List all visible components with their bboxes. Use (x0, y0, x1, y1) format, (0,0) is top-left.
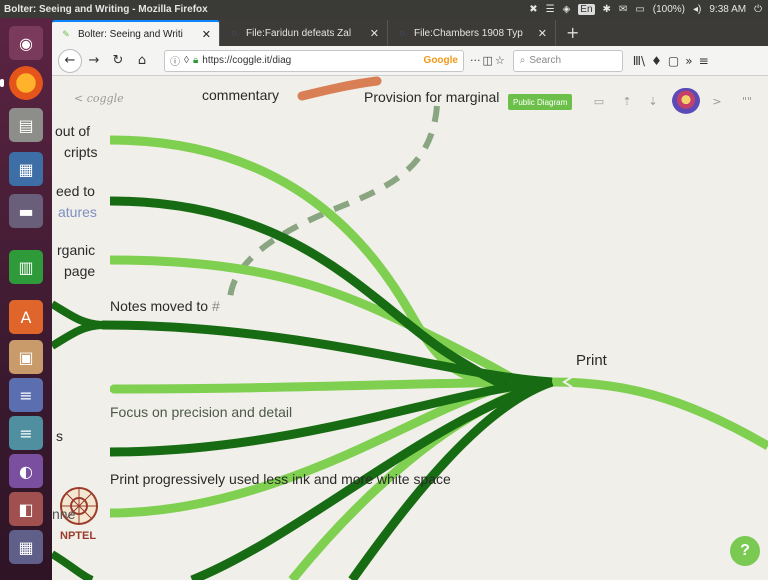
branch-organic-page[interactable] (109, 255, 553, 389)
help-button[interactable]: ? (730, 536, 760, 566)
quote-button[interactable]: "" (738, 92, 756, 110)
back-button[interactable]: ← (58, 48, 82, 73)
public-diagram-badge[interactable]: Public Diagram (508, 94, 573, 110)
search-input[interactable]: ⌕ Search (512, 49, 623, 72)
download-icon[interactable]: ⇣ (644, 92, 662, 110)
new-tab-button[interactable]: + (556, 23, 589, 46)
battery-percentage: (100%) (652, 3, 686, 15)
tab-chambers[interactable]: ◌ File:Chambers 1908 Typ ✕ (388, 20, 556, 46)
app-icon-2[interactable]: ≡ (9, 416, 43, 450)
wiki-favicon: ◌ (399, 28, 405, 38)
close-tab-icon[interactable]: ✕ (202, 28, 211, 41)
tab-strip: ✎ Bolter: Seeing and Writi ✕ ◌ File:Fari… (52, 18, 768, 46)
battery-icon[interactable]: ▭ (635, 4, 644, 15)
lock-icon[interactable]: 🔒︎ (193, 55, 198, 66)
volume-icon[interactable]: ◂) (693, 4, 701, 15)
node-focus-precision[interactable]: Focus on precision and detail (110, 404, 292, 420)
app-icon-1[interactable]: ≡ (9, 378, 43, 412)
navigation-bar: ← → ↻ ⌂ ⓘ ◊ 🔒︎ https://coggle.it/diag Go… (52, 46, 768, 76)
power-icon[interactable]: ⏻ (754, 4, 762, 15)
upload-icon[interactable]: ⇡ (618, 92, 636, 110)
writer-icon[interactable]: ▦ (9, 152, 43, 186)
url-text[interactable]: https://coggle.it/diag (202, 55, 419, 66)
app-icon-4[interactable]: ◧ (9, 492, 43, 526)
node-atures[interactable]: atures (58, 204, 97, 220)
bluetooth-icon[interactable]: ✱ (603, 4, 611, 15)
ubuntu-dash-icon[interactable]: ◉ (9, 26, 43, 60)
search-icon: ⌕ (519, 55, 526, 66)
firefox-icon[interactable] (0, 66, 43, 100)
pocket-icon[interactable]: ◫ (483, 54, 493, 67)
app-icon-3[interactable]: ◐ (9, 454, 43, 488)
close-tab-icon[interactable]: ✕ (538, 27, 547, 40)
document-viewer-icon[interactable]: ▣ (9, 340, 43, 374)
node-page[interactable]: page (64, 263, 95, 279)
tab-label: File:Faridun defeats Zal (246, 27, 352, 39)
search-placeholder: Search (529, 55, 562, 66)
node-cripts[interactable]: cripts (64, 144, 97, 160)
wifi-icon[interactable]: ◈ (563, 4, 571, 15)
nptel-logo-text: NPTEL (60, 530, 97, 542)
node-s[interactable]: s (56, 428, 63, 444)
info-icon[interactable]: ⓘ (170, 53, 180, 68)
settings-icon[interactable]: ✖ (529, 4, 537, 15)
clock[interactable]: 9:38 AM (709, 4, 746, 15)
forward-button[interactable]: → (82, 49, 106, 73)
node-out-of[interactable]: out of (55, 123, 90, 139)
node-provision-marginal[interactable]: Provision for marginal (364, 89, 499, 105)
window-title-bar: Bolter: Seeing and Writing - Mozilla Fir… (0, 0, 768, 18)
files-icon[interactable]: ▤ (9, 108, 43, 142)
library-icon[interactable]: Ⅲ\ (633, 54, 645, 68)
page-actions-button[interactable]: ··· (470, 54, 481, 67)
node-notes-label: Notes moved to (110, 298, 209, 314)
window-title: Bolter: Seeing and Writing - Mozilla Fir… (4, 3, 208, 15)
reload-button[interactable]: ↻ (106, 49, 130, 73)
node-partial-text: nne (52, 506, 76, 522)
node-need-to[interactable]: eed to (56, 183, 95, 199)
software-center-icon[interactable]: A (9, 300, 43, 334)
close-tab-icon[interactable]: ✕ (370, 27, 379, 40)
branch-print-right[interactable] (551, 377, 768, 450)
system-tray: ✖ ☰ ◈ En ✱ ✉ ▭ (100%) ◂) 9:38 AM ⏻ (529, 3, 768, 15)
comment-icon[interactable]: ▭ (590, 92, 608, 110)
node-print[interactable]: Print (576, 352, 607, 369)
node-notes-mark: # (211, 298, 220, 314)
tab-label: Bolter: Seeing and Writi (78, 28, 183, 40)
node-notes-moved[interactable]: Notes moved to # (110, 298, 220, 314)
shield-icon[interactable]: ◊ (184, 55, 189, 66)
url-bar[interactable]: ⓘ ◊ 🔒︎ https://coggle.it/diag Google (164, 49, 464, 72)
home-button[interactable]: ⌂ (130, 49, 154, 73)
coggle-canvas[interactable]: < coggle commentary Provision for margin… (52, 76, 768, 580)
calc-icon[interactable]: ▥ (9, 250, 43, 284)
keyboard-language[interactable]: En (578, 3, 595, 15)
menu-icon[interactable]: ≡ (699, 54, 709, 68)
app-icon-5[interactable]: ▦ (9, 530, 43, 564)
drive-icon[interactable]: ▬ (9, 194, 43, 228)
user-avatar[interactable] (672, 88, 700, 114)
node-print-progressively[interactable]: Print progressively used less ink and mo… (110, 471, 451, 487)
search-engine-badge[interactable]: Google (424, 55, 458, 66)
bookmark-star-icon[interactable]: ☆ (495, 54, 505, 67)
mail-icon[interactable]: ✉ (619, 4, 627, 15)
mindmap-branches (52, 76, 768, 580)
node-commentary[interactable]: commentary (202, 87, 279, 103)
sort-icon[interactable]: ☰ (546, 4, 555, 15)
wiki-favicon: ◌ (231, 28, 237, 38)
next-button[interactable]: > (708, 92, 726, 110)
sidebar-icon[interactable]: ▢ (668, 54, 679, 68)
tab-bolter[interactable]: ✎ Bolter: Seeing and Writi ✕ (52, 20, 220, 46)
coggle-back-link[interactable]: < coggle (74, 92, 124, 105)
overflow-icon[interactable]: » (685, 54, 692, 68)
ubuntu-launcher: ◉ ▤ ▦ ▬ ▥ A ▣ ≡ ≡ ◐ ◧ ▦ (0, 18, 52, 580)
node-rganic[interactable]: rganic (57, 242, 95, 258)
coggle-favicon: ✎ (62, 28, 70, 39)
extension-icon[interactable]: ♦ (651, 54, 662, 68)
tab-label: File:Chambers 1908 Typ (414, 27, 523, 39)
branch-notes-moved[interactable] (101, 320, 553, 387)
tab-faridun[interactable]: ◌ File:Faridun defeats Zal ✕ (220, 20, 388, 46)
